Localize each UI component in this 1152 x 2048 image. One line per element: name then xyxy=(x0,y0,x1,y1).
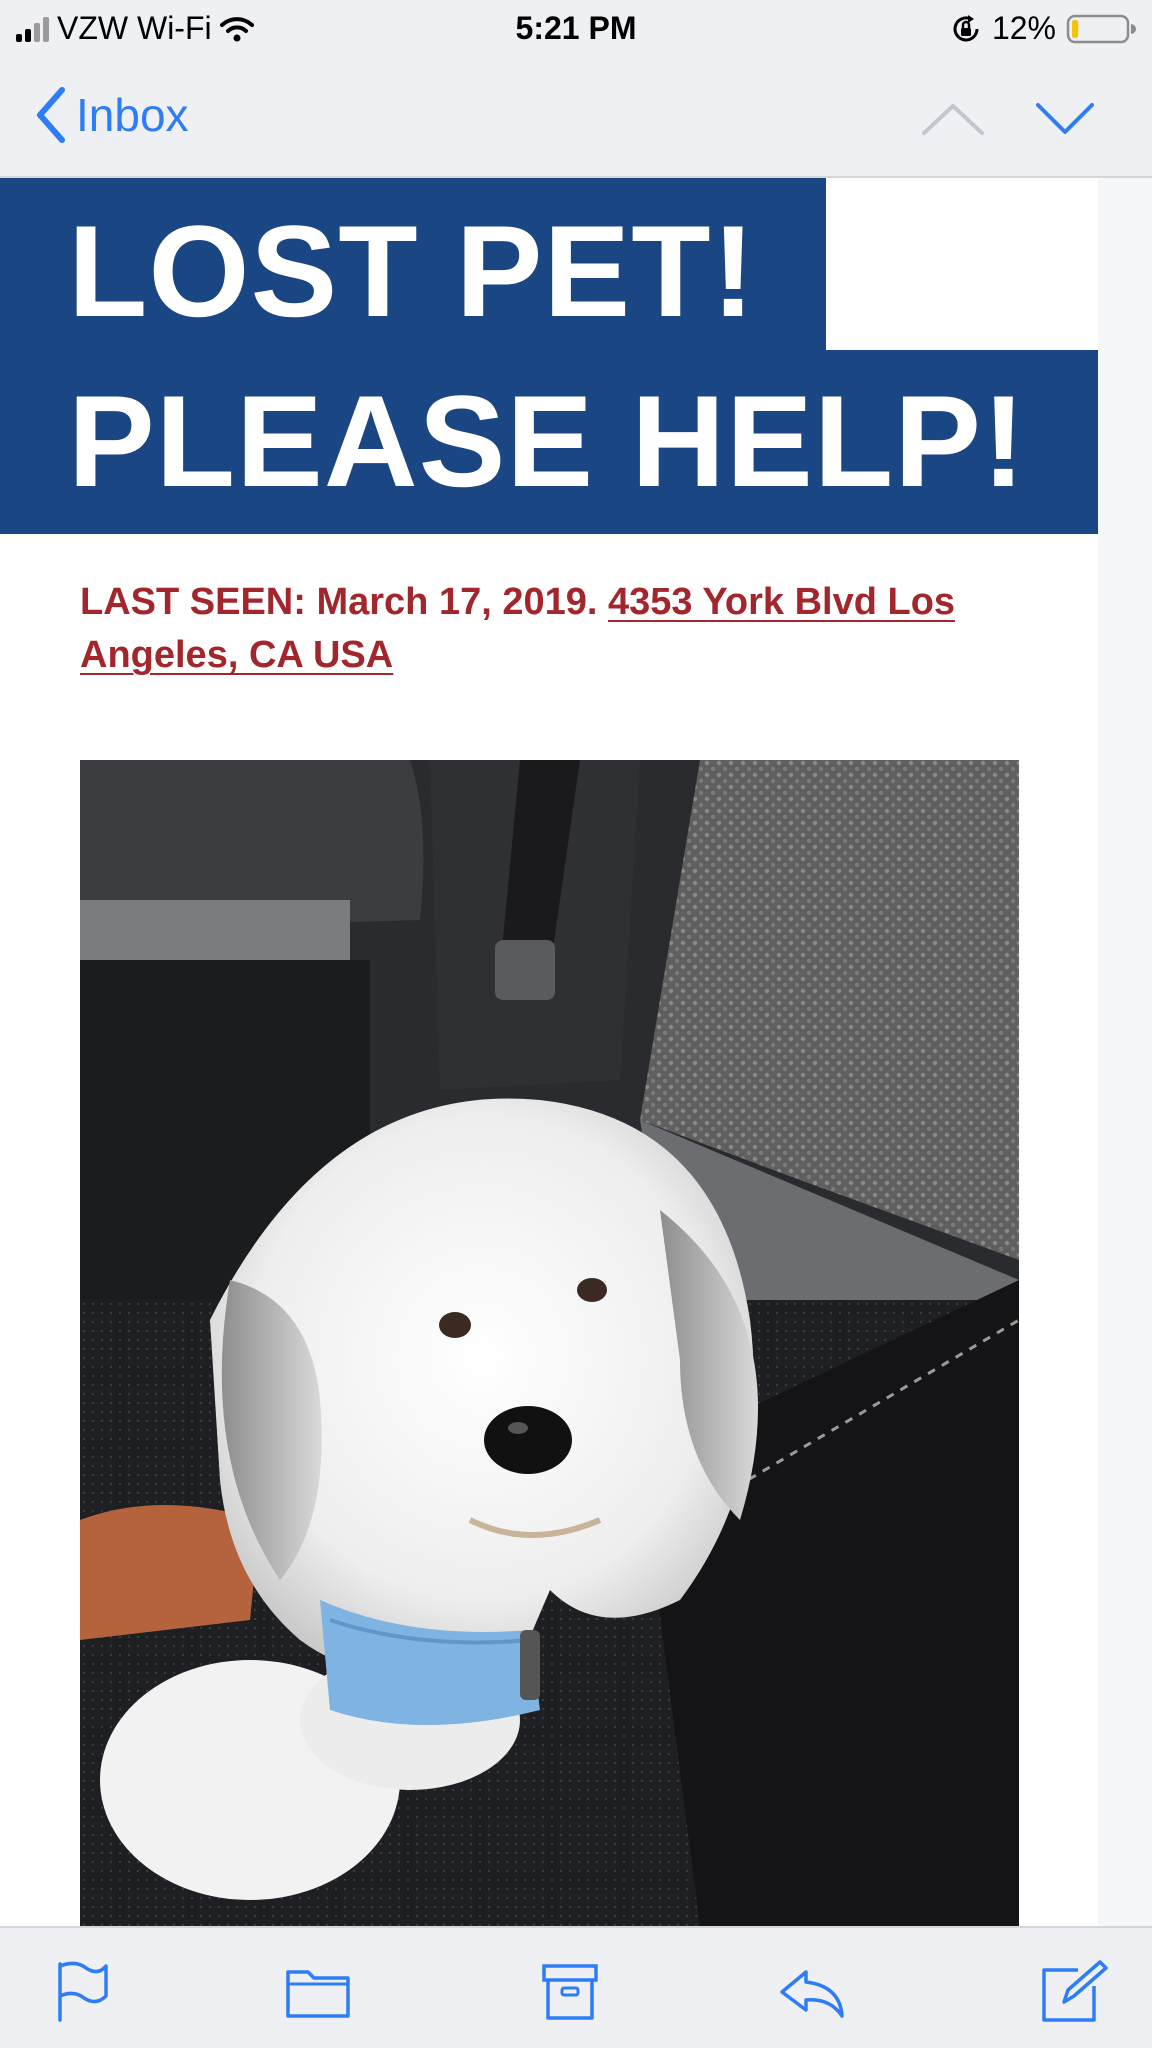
bottom-toolbar xyxy=(0,1926,1152,2048)
last-seen-text: LAST SEEN: March 17, 2019. 4353 York Blv… xyxy=(80,576,1040,682)
headline-please-help: PLEASE HELP! xyxy=(68,368,1027,514)
folder-icon xyxy=(286,1970,350,2018)
flag-button[interactable] xyxy=(46,1958,118,2024)
archive-button[interactable] xyxy=(534,1958,606,2024)
status-bar: VZW Wi-Fi 5:21 PM 12% xyxy=(0,0,1152,58)
battery-icon xyxy=(1066,14,1136,43)
last-seen-date: LAST SEEN: March 17, 2019. xyxy=(80,581,598,623)
email-body: LOST PET! PLEASE HELP! LAST SEEN: March … xyxy=(0,178,1098,1926)
back-to-inbox-button[interactable]: Inbox xyxy=(34,86,189,144)
archive-icon xyxy=(542,1964,598,2020)
compose-icon xyxy=(1042,1960,1108,2022)
headline-lost-pet: LOST PET! xyxy=(68,198,756,344)
reply-icon xyxy=(780,1970,844,2018)
compose-button[interactable] xyxy=(1038,1958,1110,2024)
chevron-left-icon xyxy=(37,87,65,143)
chevron-down-icon xyxy=(1036,103,1094,134)
chevron-up-icon xyxy=(922,104,984,135)
scroll-gutter xyxy=(1098,178,1152,1926)
previous-message-button[interactable] xyxy=(918,88,988,148)
status-right: 12% xyxy=(950,10,1136,47)
back-label: Inbox xyxy=(76,89,189,141)
next-message-button[interactable] xyxy=(1030,88,1100,148)
pet-photo[interactable] xyxy=(80,760,1019,1926)
flag-icon xyxy=(58,1961,108,2022)
reply-button[interactable] xyxy=(776,1958,848,2024)
orientation-lock-icon xyxy=(953,14,979,41)
battery-percent: 12% xyxy=(991,10,1056,46)
nav-bar: Inbox xyxy=(0,58,1152,178)
move-to-folder-button[interactable] xyxy=(282,1958,354,2024)
